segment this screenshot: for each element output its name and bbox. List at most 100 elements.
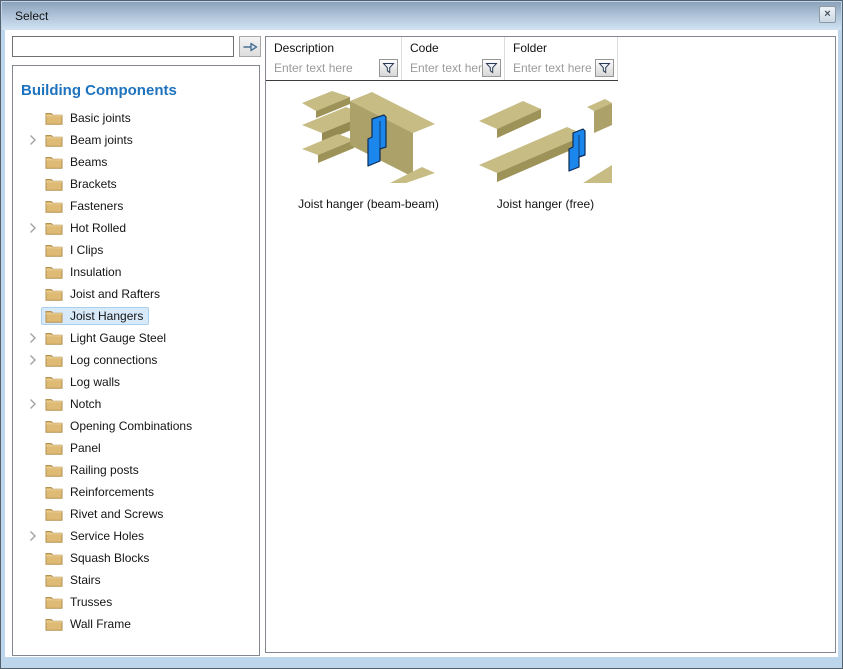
dialog-title: Select — [2, 9, 48, 23]
chevron-right-icon[interactable] — [27, 354, 39, 366]
joist-hanger-beam-beam-thumbnail — [302, 91, 435, 183]
code-filter-button[interactable] — [482, 59, 501, 77]
funnel-icon — [382, 62, 395, 74]
filter-cell-folder — [505, 58, 618, 80]
folder-icon — [45, 309, 63, 323]
result-item-label: Joist hanger (beam-beam) — [298, 197, 439, 211]
tree-item[interactable]: Reinforcements — [13, 481, 259, 503]
search-go-button[interactable] — [239, 36, 261, 57]
tree-item[interactable]: Log walls — [13, 371, 259, 393]
tree-item[interactable]: Beams — [13, 151, 259, 173]
tree-item[interactable]: Panel — [13, 437, 259, 459]
folder-icon — [45, 265, 63, 279]
tree-item[interactable]: Opening Combinations — [13, 415, 259, 437]
tree-item-inner: Notch — [41, 395, 107, 413]
tree-item-label: Fasteners — [70, 199, 123, 213]
filter-cell-description — [266, 58, 402, 80]
tree-item[interactable]: Joist and Rafters — [13, 283, 259, 305]
tree-item-label: I Clips — [70, 243, 103, 257]
tree-item-label: Trusses — [70, 595, 112, 609]
tree-root-label[interactable]: Building Components — [13, 76, 259, 107]
tree-item[interactable]: Stairs — [13, 569, 259, 591]
tree-item[interactable]: Service Holes — [13, 525, 259, 547]
tree-item[interactable]: Joist Hangers — [13, 305, 259, 327]
chevron-right-icon[interactable] — [27, 134, 39, 146]
joist-hanger-free-thumbnail — [479, 91, 612, 183]
funnel-icon — [598, 62, 611, 74]
folder-icon — [45, 199, 63, 213]
tree-item[interactable]: Light Gauge Steel — [13, 327, 259, 349]
tree-item[interactable]: Wall Frame — [13, 613, 259, 635]
tree-item-label: Panel — [70, 441, 101, 455]
folder-icon — [45, 375, 63, 389]
dialog-body: Building Components — [5, 30, 838, 657]
tree-item-inner: Service Holes — [41, 527, 150, 545]
title-bar[interactable]: Select — [2, 2, 841, 30]
folder-icon — [45, 419, 63, 433]
tree-item[interactable]: Brackets — [13, 173, 259, 195]
result-item-joist-hanger-free[interactable]: Joist hanger (free) — [457, 91, 634, 211]
tree-item-label: Light Gauge Steel — [70, 331, 166, 345]
results-panel: Description Code Folder — [265, 36, 836, 653]
tree-item[interactable]: Trusses — [13, 591, 259, 613]
component-tree-panel: Building Components — [12, 65, 260, 656]
tree-item-label: Notch — [70, 397, 101, 411]
tree-item[interactable]: Notch — [13, 393, 259, 415]
folder-icon — [45, 507, 63, 521]
description-filter-input[interactable] — [274, 61, 379, 75]
tree-item[interactable]: Insulation — [13, 261, 259, 283]
tree-item-inner: Fasteners — [41, 197, 129, 215]
tree-item[interactable]: I Clips — [13, 239, 259, 261]
chevron-right-icon[interactable] — [27, 332, 39, 344]
folder-icon — [45, 441, 63, 455]
folder-icon — [45, 353, 63, 367]
tree-item-label: Railing posts — [70, 463, 139, 477]
folder-icon — [45, 551, 63, 565]
folder-icon — [45, 529, 63, 543]
code-filter-input[interactable] — [410, 61, 482, 75]
tree-item[interactable]: Fasteners — [13, 195, 259, 217]
tree-item[interactable]: Hot Rolled — [13, 217, 259, 239]
tree-item-inner: Beam joints — [41, 131, 139, 149]
tree-item-inner: Stairs — [41, 571, 107, 589]
tree-item-label: Wall Frame — [70, 617, 131, 631]
grid-filter-row — [266, 58, 618, 81]
column-header-folder[interactable]: Folder — [505, 37, 618, 58]
description-filter-button[interactable] — [379, 59, 398, 77]
search-input[interactable] — [12, 36, 234, 57]
arrow-right-icon — [242, 40, 258, 54]
tree-item-label: Brackets — [70, 177, 117, 191]
tree-item-inner: Reinforcements — [41, 483, 160, 501]
tree-item-label: Stairs — [70, 573, 101, 587]
result-item-joist-hanger-beam-beam[interactable]: Joist hanger (beam-beam) — [280, 91, 457, 211]
folder-filter-input[interactable] — [513, 61, 595, 75]
tree-item-label: Opening Combinations — [70, 419, 192, 433]
column-header-description[interactable]: Description — [266, 37, 402, 58]
select-dialog: Select × Building Components — [0, 0, 843, 669]
folder-icon — [45, 397, 63, 411]
tree-item[interactable]: Log connections — [13, 349, 259, 371]
chevron-right-icon[interactable] — [27, 530, 39, 542]
chevron-right-icon[interactable] — [27, 398, 39, 410]
tree-item-inner: Wall Frame — [41, 615, 137, 633]
tree-item[interactable]: Beam joints — [13, 129, 259, 151]
folder-icon — [45, 287, 63, 301]
tree-item-label: Reinforcements — [70, 485, 154, 499]
folder-filter-button[interactable] — [595, 59, 614, 77]
folder-icon — [45, 177, 63, 191]
result-item-label: Joist hanger (free) — [497, 197, 594, 211]
folder-icon — [45, 221, 63, 235]
tree-item[interactable]: Railing posts — [13, 459, 259, 481]
tree-item-inner: Brackets — [41, 175, 123, 193]
tree-item[interactable]: Rivet and Screws — [13, 503, 259, 525]
column-header-code[interactable]: Code — [402, 37, 505, 58]
close-icon[interactable]: × — [819, 6, 836, 23]
tree-item-label: Rivet and Screws — [70, 507, 163, 521]
tree-item-label: Insulation — [70, 265, 121, 279]
chevron-right-icon[interactable] — [27, 222, 39, 234]
tree-item[interactable]: Squash Blocks — [13, 547, 259, 569]
folder-icon — [45, 331, 63, 345]
tree-item[interactable]: Basic joints — [13, 107, 259, 129]
tree-item-inner: I Clips — [41, 241, 109, 259]
folder-icon — [45, 595, 63, 609]
